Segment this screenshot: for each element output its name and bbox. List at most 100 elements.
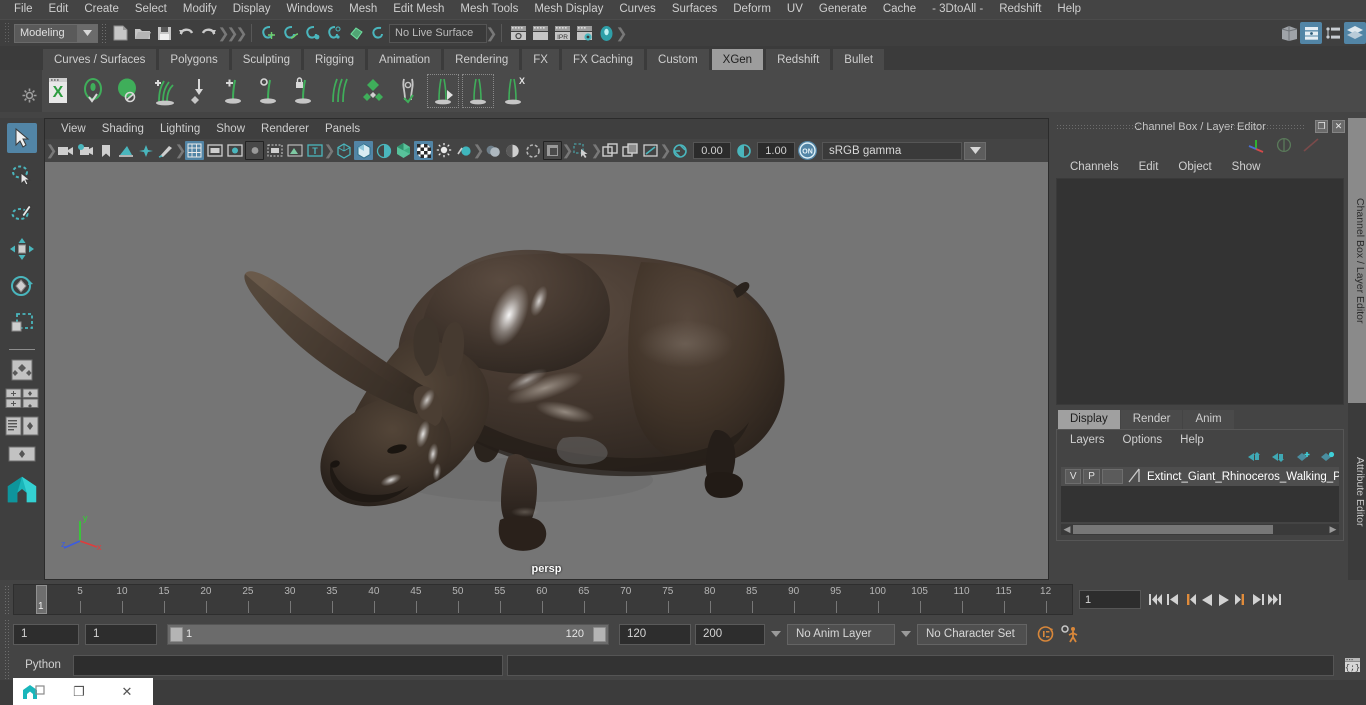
single-perspective-layout[interactable] (5, 358, 39, 382)
viewport-3d[interactable]: y x z persp (45, 162, 1048, 579)
xray-icon[interactable] (572, 141, 591, 160)
shelf-tab-fx-caching[interactable]: FX Caching (560, 48, 646, 70)
shelf-tab-sculpting[interactable]: Sculpting (230, 48, 303, 70)
shadows-toggle-icon[interactable] (483, 141, 502, 160)
close-window-button[interactable]: ✕ (103, 678, 151, 705)
channel-menu-edit[interactable]: Edit (1129, 161, 1169, 173)
menu-help[interactable]: Help (1049, 0, 1089, 19)
time-slider-track[interactable]: 1 5 10 15 20 25 30 35 40 45 50 55 60 65 70 75 80 85 90 95 1… (13, 584, 1073, 615)
smooth-shade-all-icon[interactable] (354, 141, 373, 160)
select-camera-icon[interactable] (56, 141, 75, 160)
go-to-start-icon[interactable] (1147, 590, 1164, 610)
channel-menu-object[interactable]: Object (1168, 161, 1221, 173)
command-output[interactable] (507, 654, 1334, 676)
anim-layer-dropdown-icon[interactable] (771, 631, 781, 637)
command-input[interactable] (73, 654, 503, 676)
isolate-select-icon[interactable] (543, 141, 562, 160)
gate-mask-icon[interactable] (245, 141, 264, 160)
texture-placement-icon[interactable]: T (305, 141, 324, 160)
tab-attribute-editor[interactable]: Attribute Editor (1348, 403, 1366, 580)
play-forwards-icon[interactable] (1215, 590, 1232, 610)
four-view-layout[interactable] (5, 386, 39, 410)
xgen-clump-icon[interactable] (462, 74, 494, 108)
make-live-icon[interactable] (345, 22, 367, 44)
motion-blur-icon[interactable] (523, 141, 542, 160)
menu-uv[interactable]: UV (779, 0, 811, 19)
range-start-handle[interactable] (170, 626, 183, 642)
character-set-dropdown-icon[interactable] (901, 631, 911, 637)
attribute-editor-icon[interactable] (1322, 22, 1344, 44)
exposure-value[interactable]: 0.00 (693, 142, 731, 159)
play-backwards-icon[interactable] (1198, 590, 1215, 610)
persp-graph-layout[interactable] (5, 442, 39, 466)
gamma-icon[interactable] (734, 141, 753, 160)
go-to-end-icon[interactable] (1266, 590, 1283, 610)
resolution-gate-icon[interactable] (225, 141, 244, 160)
shelf-tab-rigging[interactable]: Rigging (303, 48, 367, 70)
anim-curve-icon[interactable] (1302, 137, 1320, 156)
layer-name[interactable]: Extinct_Giant_Rhinoceros_Walking_Po (1143, 471, 1339, 483)
color-management-dropdown-icon[interactable] (964, 141, 986, 160)
ipr-render-icon[interactable]: IPR (551, 22, 573, 44)
scroll-right-arrow-icon[interactable]: ▶ (1327, 524, 1339, 535)
step-forward-keyframe-icon[interactable] (1249, 590, 1266, 610)
grease-pencil-icon[interactable] (156, 141, 175, 160)
menu-windows[interactable]: Windows (278, 0, 341, 19)
tab-channel-box-layer-editor[interactable]: Channel Box / Layer Editor (1348, 118, 1366, 403)
camera-attributes-icon[interactable] (76, 141, 95, 160)
status-line-grip[interactable] (4, 22, 11, 44)
redo-icon[interactable] (197, 22, 219, 44)
xray-joints-icon[interactable] (601, 141, 620, 160)
xgen-delete-icon[interactable]: X (497, 74, 529, 108)
shelf-tab-custom[interactable]: Custom (646, 48, 710, 70)
scroll-left-arrow-icon[interactable]: ◀ (1061, 524, 1073, 535)
script-editor-icon[interactable]: {;} (1338, 655, 1366, 675)
render-settings-icon[interactable] (573, 22, 595, 44)
viewport-menu-lighting[interactable]: Lighting (152, 123, 208, 135)
menu-modify[interactable]: Modify (175, 0, 225, 19)
current-time-indicator[interactable]: 1 (36, 585, 47, 614)
snap-to-point-icon[interactable] (301, 22, 323, 44)
menu-file[interactable]: File (6, 0, 41, 19)
shadows-icon[interactable] (285, 141, 304, 160)
menu-generate[interactable]: Generate (811, 0, 875, 19)
viewport-menu-shading[interactable]: Shading (94, 123, 152, 135)
snap-to-curve-icon[interactable] (279, 22, 301, 44)
auto-keyframe-icon[interactable] (1033, 624, 1057, 644)
move-tool[interactable] (7, 234, 37, 264)
image-plane-icon[interactable] (116, 141, 135, 160)
menu-mesh[interactable]: Mesh (341, 0, 385, 19)
smooth-preview-icon[interactable] (641, 141, 660, 160)
create-layer-from-selected-icon[interactable] (1320, 451, 1335, 466)
rhinoceros-model[interactable] (45, 162, 1048, 579)
layer-editor-icon[interactable] (1344, 22, 1366, 44)
use-all-lights-icon[interactable] (454, 141, 473, 160)
chevron-down-icon[interactable] (77, 24, 97, 42)
wireframe-icon[interactable] (334, 141, 353, 160)
step-back-keyframe-icon[interactable] (1164, 590, 1181, 610)
menu-redshift[interactable]: Redshift (991, 0, 1049, 19)
shelf-tab-xgen[interactable]: XGen (710, 48, 765, 70)
animation-preferences-icon[interactable] (1057, 624, 1083, 644)
layer-visibility-toggle[interactable]: V (1065, 469, 1082, 484)
hypershade-icon[interactable] (595, 22, 617, 44)
playback-end-time-field[interactable]: 120 (619, 623, 691, 645)
panel-grip-left[interactable] (1056, 123, 1141, 131)
shelf-tab-polygons[interactable]: Polygons (158, 48, 230, 70)
layer-menu-options[interactable]: Options (1114, 434, 1172, 446)
step-forward-frame-icon[interactable] (1232, 590, 1249, 610)
shelf-tab-bullet[interactable]: Bullet (832, 48, 886, 70)
menu-curves[interactable]: Curves (611, 0, 663, 19)
menu-cache[interactable]: Cache (875, 0, 924, 19)
step-back-frame-icon[interactable] (1181, 590, 1198, 610)
command-line-grip[interactable] (4, 650, 10, 680)
use-default-lighting-icon[interactable] (434, 141, 453, 160)
snap-to-view-plane-icon[interactable] (367, 22, 389, 44)
move-layer-down-icon[interactable] (1272, 451, 1287, 466)
xgen-noise-icon[interactable] (392, 74, 424, 108)
undock-icon[interactable]: ❐ (1315, 120, 1328, 133)
new-scene-icon[interactable] (109, 22, 131, 44)
xray-active-components-icon[interactable] (621, 141, 640, 160)
character-set-field[interactable]: No Character Set (917, 623, 1027, 645)
menu-edit-mesh[interactable]: Edit Mesh (385, 0, 452, 19)
